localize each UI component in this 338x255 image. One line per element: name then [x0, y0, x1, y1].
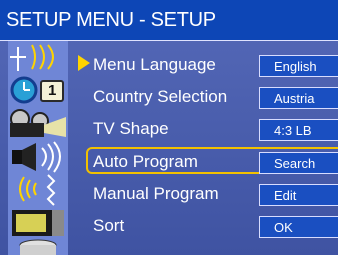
page-title: SETUP MENU - SETUP: [6, 9, 216, 31]
menu-label: Menu Language: [93, 55, 216, 74]
disc-stack-icon: [8, 239, 68, 255]
menu-value: 4:3 LB: [274, 123, 312, 138]
signal-icon: [8, 173, 68, 206]
clock-digit: 1: [48, 82, 57, 99]
menu-label: Auto Program: [93, 152, 198, 171]
menu-value: Austria: [274, 91, 315, 106]
menu-value: English: [274, 59, 317, 74]
menu-value-box[interactable]: Edit: [259, 184, 338, 206]
sidebar-tile-discs[interactable]: [8, 239, 68, 255]
menu-row-manual-program[interactable]: Manual Program Edit: [68, 179, 338, 209]
menu-label: Country Selection: [93, 87, 228, 106]
menu-value: Search: [274, 156, 316, 171]
setup-screen: SETUP MENU - SETUP 1 Menu Language Engli…: [0, 0, 338, 255]
sidebar-tile-camera[interactable]: [8, 107, 68, 141]
antenna-icon: [8, 41, 68, 74]
menu-value-box[interactable]: English: [259, 55, 338, 77]
menu-row-language[interactable]: Menu Language English: [68, 50, 338, 80]
sidebar: 1: [8, 41, 68, 255]
menu-label: TV Shape: [93, 119, 169, 138]
selection-arrow-icon: [78, 55, 90, 71]
menu-value: OK: [274, 220, 293, 235]
title-bar: SETUP MENU - SETUP: [0, 0, 338, 41]
sidebar-tile-speaker[interactable]: [8, 140, 68, 174]
sidebar-tile-antenna[interactable]: [8, 41, 68, 75]
tv-icon: [8, 206, 68, 239]
clock-icon: [8, 74, 68, 107]
menu-value-box[interactable]: OK: [259, 216, 338, 238]
camera-projector-icon: [8, 107, 68, 140]
sidebar-tile-tv[interactable]: [8, 206, 68, 240]
menu-value-box[interactable]: Search: [259, 152, 338, 174]
sidebar-tile-signal[interactable]: [8, 173, 68, 207]
menu-row-auto-program[interactable]: Auto Program Search: [68, 147, 338, 177]
menu-row-country[interactable]: Country Selection Austria: [68, 82, 338, 112]
menu-row-sort[interactable]: Sort OK: [68, 211, 338, 241]
speaker-icon: [8, 140, 68, 173]
menu-label: Manual Program: [93, 184, 219, 203]
menu-value: Edit: [274, 188, 297, 203]
menu-row-tv-shape[interactable]: TV Shape 4:3 LB: [68, 114, 338, 144]
menu-value-box[interactable]: 4:3 LB: [259, 119, 338, 141]
menu-value-box[interactable]: Austria: [259, 87, 338, 109]
sidebar-tile-clock[interactable]: 1: [8, 74, 68, 108]
menu-label: Sort: [93, 216, 125, 235]
